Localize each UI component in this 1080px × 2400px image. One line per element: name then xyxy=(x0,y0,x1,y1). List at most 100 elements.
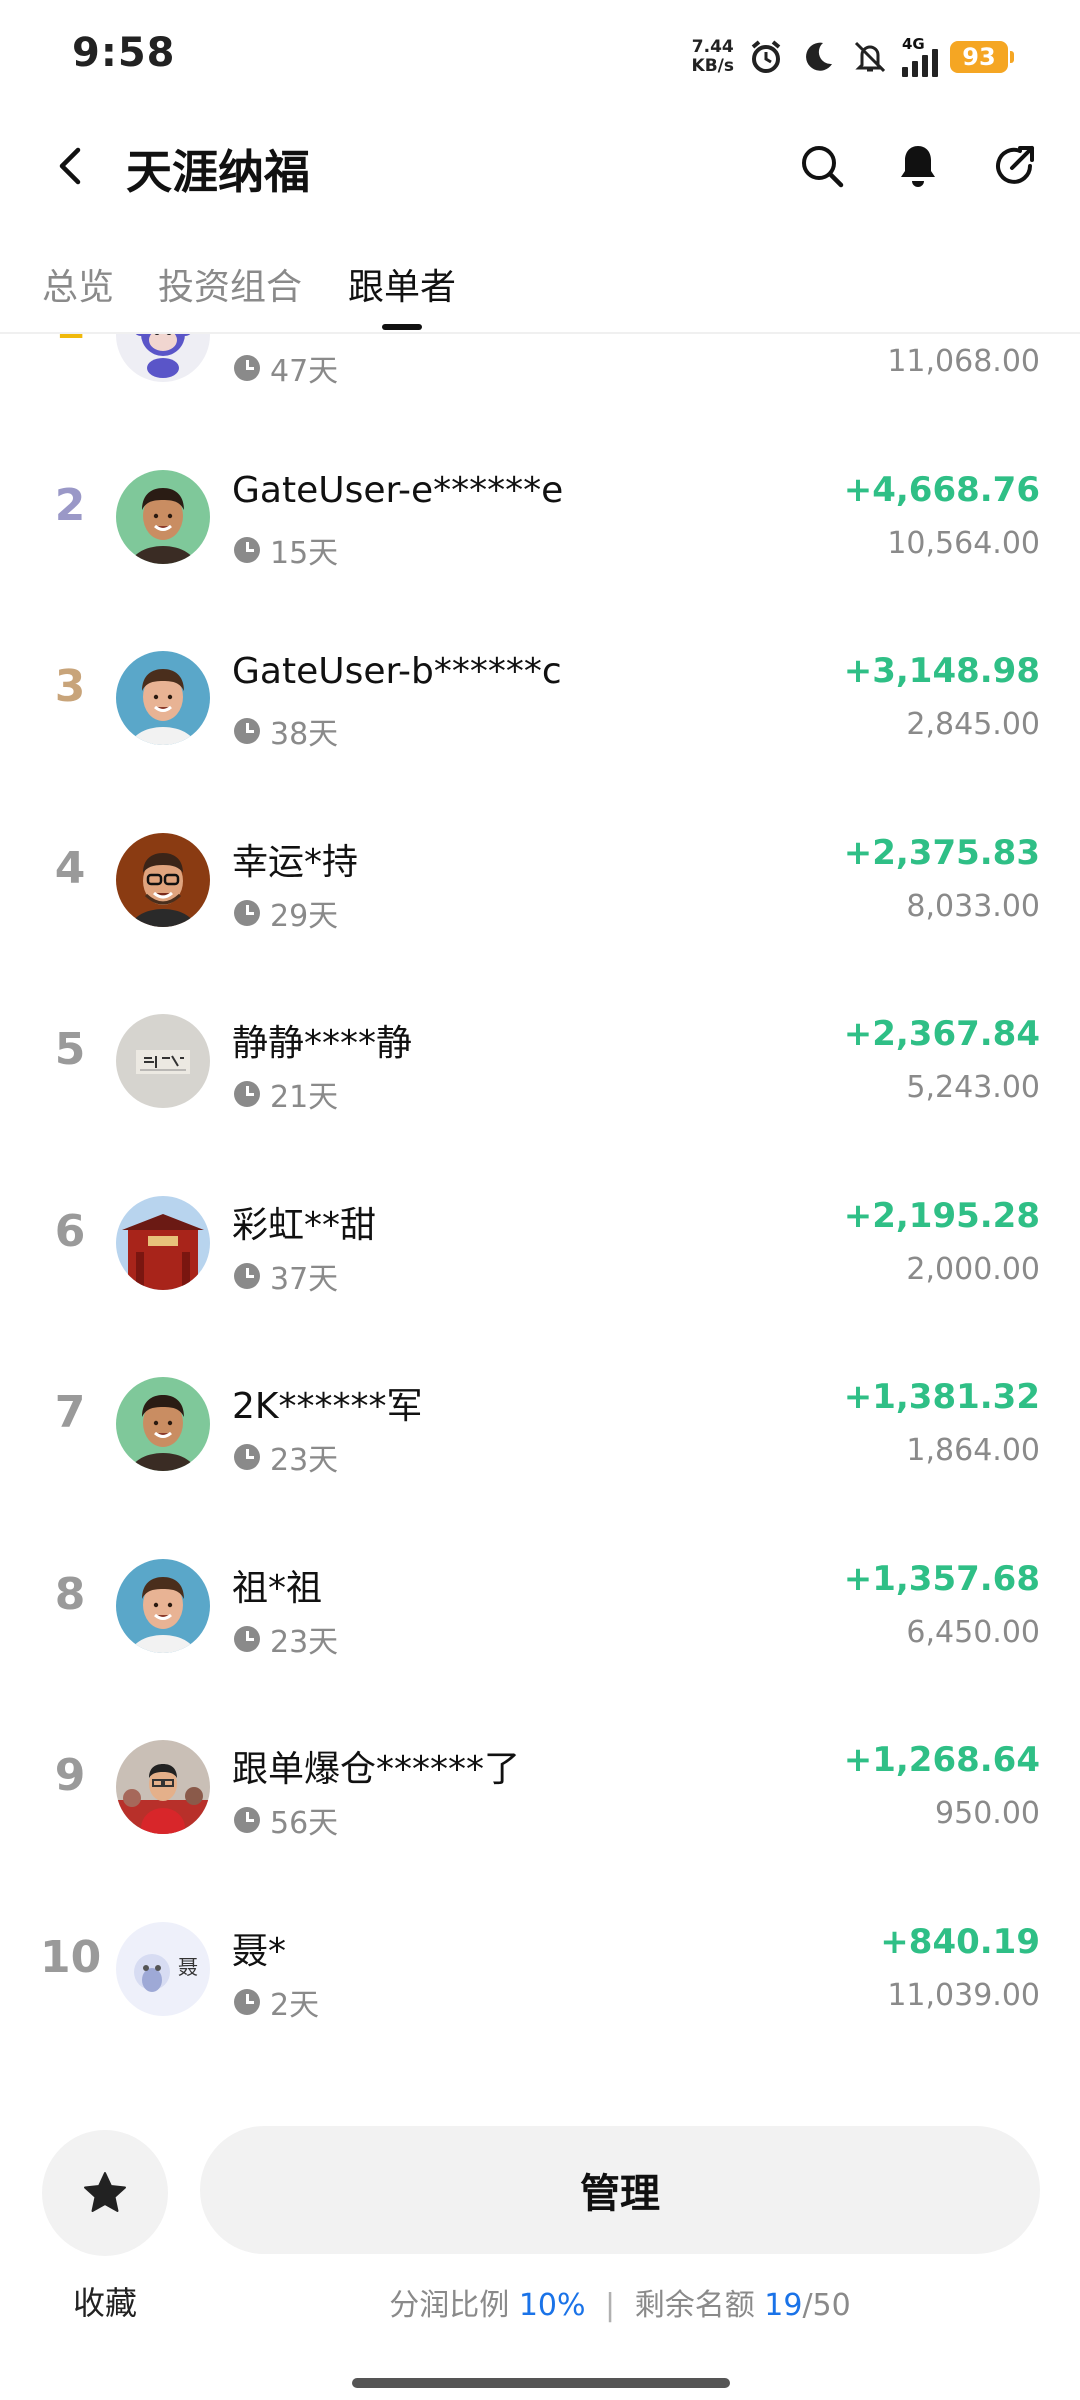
follower-name: 静静****静 xyxy=(232,1023,413,1064)
follower-amount: 6,450.00 xyxy=(906,1614,1040,1650)
battery-icon: 93 xyxy=(950,41,1014,73)
follower-rank: 7 xyxy=(54,1387,86,1438)
follow-days: 38天 xyxy=(270,717,339,752)
follower-row[interactable]: 5 静静****静 21天 +2,367.84 5,243.00 xyxy=(0,970,1080,1152)
follower-name: GateUser-b******c xyxy=(232,651,562,692)
bottom-bar: 收藏 管理 分润比例 10% | 剩余名额 19/50 xyxy=(0,2080,1080,2400)
follower-rank: 2 xyxy=(54,479,86,531)
follower-avatar[interactable] xyxy=(116,651,210,745)
follower-rank: 5 xyxy=(54,1024,86,1075)
share-button[interactable] xyxy=(984,136,1044,196)
info-separator: | xyxy=(605,2288,616,2323)
follower-avatar[interactable] xyxy=(116,469,210,564)
follower-pnl: +1,268.64 xyxy=(843,1740,1040,1780)
follower-avatar[interactable] xyxy=(116,1195,210,1290)
clock-icon xyxy=(234,1625,260,1652)
tab-portfolio[interactable]: 投资组合 xyxy=(158,258,302,310)
bell-icon xyxy=(901,146,935,187)
follower-list-inner: 1 小*猫 47天 +6,263.37 11,068.00 2 GateUser… xyxy=(0,334,1080,2059)
follow-days: 15天 xyxy=(270,535,339,571)
follower-avatar[interactable]: 聂 xyxy=(116,1921,210,2016)
status-time: 9:58 xyxy=(72,30,176,76)
follow-days: 21天 xyxy=(270,1080,339,1115)
follower-pnl: +4,668.76 xyxy=(843,469,1040,510)
battery-level: 93 xyxy=(962,43,996,71)
follower-rank: 9 xyxy=(54,1750,86,1801)
follower-pnl: +1,357.68 xyxy=(843,1558,1040,1599)
follower-pnl: +3,148.98 xyxy=(843,651,1040,691)
follower-row[interactable]: 6 彩虹**甜 37天 +2,195.28 2,000.00 xyxy=(0,1152,1080,1334)
mute-icon xyxy=(850,37,890,77)
follower-name: GateUser-e******e xyxy=(232,469,564,511)
follow-days: 23天 xyxy=(270,1443,339,1478)
follower-list[interactable]: 1 小*猫 47天 +6,263.37 11,068.00 2 GateUser… xyxy=(0,334,1080,2080)
follow-duration: 21天 xyxy=(234,1072,338,1116)
clock-icon xyxy=(234,1444,260,1470)
clock-icon xyxy=(234,1807,260,1833)
back-button[interactable] xyxy=(40,136,100,196)
page-title: 天涯纳福 xyxy=(126,145,310,199)
manage-button[interactable]: 管理 xyxy=(200,2126,1040,2254)
follow-duration: 23天 xyxy=(234,1617,338,1661)
follower-row[interactable]: 1 小*猫 47天 +6,263.37 11,068.00 xyxy=(0,334,1080,426)
clock-icon xyxy=(234,718,260,744)
follower-avatar[interactable] xyxy=(116,1558,210,1653)
search-button[interactable] xyxy=(792,136,852,196)
follower-avatar[interactable] xyxy=(116,1014,210,1108)
share-icon xyxy=(996,146,1034,184)
follow-info: 分润比例 10% | 剩余名额 19/50 xyxy=(200,2280,1040,2324)
clock-icon xyxy=(234,1081,260,1107)
follow-duration: 37天 xyxy=(234,1254,338,1298)
follower-avatar[interactable] xyxy=(116,832,210,927)
notifications-button[interactable] xyxy=(888,136,948,196)
follow-days: 2天 xyxy=(270,1987,320,2023)
follower-row[interactable]: 10 聂 聂* 2天 +840.19 11,039.00 xyxy=(0,1878,1080,2060)
status-bar: 9:58 7.44 KB/s 4G 93 xyxy=(0,0,1080,110)
follower-rank: 8 xyxy=(54,1568,86,1620)
follow-duration: 23天 xyxy=(234,1435,338,1479)
tab-bar: 总览 投资组合 跟单者 xyxy=(0,240,1080,334)
follower-amount: 950.00 xyxy=(935,1796,1040,1831)
search-icon xyxy=(802,146,844,188)
tab-followers[interactable]: 跟单者 xyxy=(348,258,456,310)
follower-avatar[interactable] xyxy=(116,334,210,382)
follow-duration: 47天 xyxy=(234,346,338,390)
back-icon xyxy=(59,147,81,185)
header: 天涯纳福 xyxy=(0,110,1080,230)
follow-days: 37天 xyxy=(270,1261,339,1297)
clock-icon xyxy=(234,899,260,926)
follower-row[interactable]: 2 GateUser-e******e 15天 +4,668.76 10,564… xyxy=(0,426,1080,608)
follower-row[interactable]: 4 幸运*持 29天 +2,375.83 8,033.00 xyxy=(0,789,1080,971)
follower-rank: 4 xyxy=(54,842,86,894)
follow-days: 47天 xyxy=(270,354,339,389)
follower-rank: 6 xyxy=(54,1205,86,1257)
follower-pnl: +1,381.32 xyxy=(843,1377,1040,1417)
clock-icon xyxy=(234,536,260,563)
status-icons: 7.44 KB/s 4G 93 xyxy=(692,32,1014,82)
favorite-button[interactable] xyxy=(42,2130,168,2256)
follow-days: 23天 xyxy=(270,1624,339,1660)
remaining-total: /50 xyxy=(802,2288,851,2323)
follower-row[interactable]: 9 跟单爆仓******了 56天 +1,268.64 950.00 xyxy=(0,1696,1080,1878)
follow-duration: 2天 xyxy=(234,1980,319,2024)
home-indicator[interactable] xyxy=(352,2378,730,2388)
follower-row[interactable]: 7 2K******军 23天 +1,381.32 1,864.00 xyxy=(0,1333,1080,1515)
follower-avatar[interactable] xyxy=(116,1377,210,1471)
follower-row[interactable]: 3 GateUser-b******c 38天 +3,148.98 2,845.… xyxy=(0,607,1080,789)
signal-icon: 4G xyxy=(902,35,938,77)
follower-rank: 3 xyxy=(54,661,86,712)
network-type: 4G xyxy=(902,35,925,53)
follower-row[interactable]: 8 祖*祖 23天 +1,357.68 6,450.00 xyxy=(0,1515,1080,1697)
follower-amount: 11,039.00 xyxy=(887,1977,1040,2013)
remaining-label: 剩余名额 xyxy=(634,2288,755,2323)
remaining-value: 19 xyxy=(764,2288,803,2323)
follower-amount: 8,033.00 xyxy=(906,888,1040,924)
follower-name: 跟单爆仓******了 xyxy=(232,1749,521,1790)
clock-icon xyxy=(234,355,260,381)
follower-rank: 10 xyxy=(40,1931,102,1983)
follower-avatar[interactable] xyxy=(116,1740,210,1834)
tab-overview[interactable]: 总览 xyxy=(42,258,114,310)
follow-duration: 38天 xyxy=(234,709,338,753)
favorite-label: 收藏 xyxy=(72,2284,137,2322)
clock-icon xyxy=(234,1988,260,2015)
